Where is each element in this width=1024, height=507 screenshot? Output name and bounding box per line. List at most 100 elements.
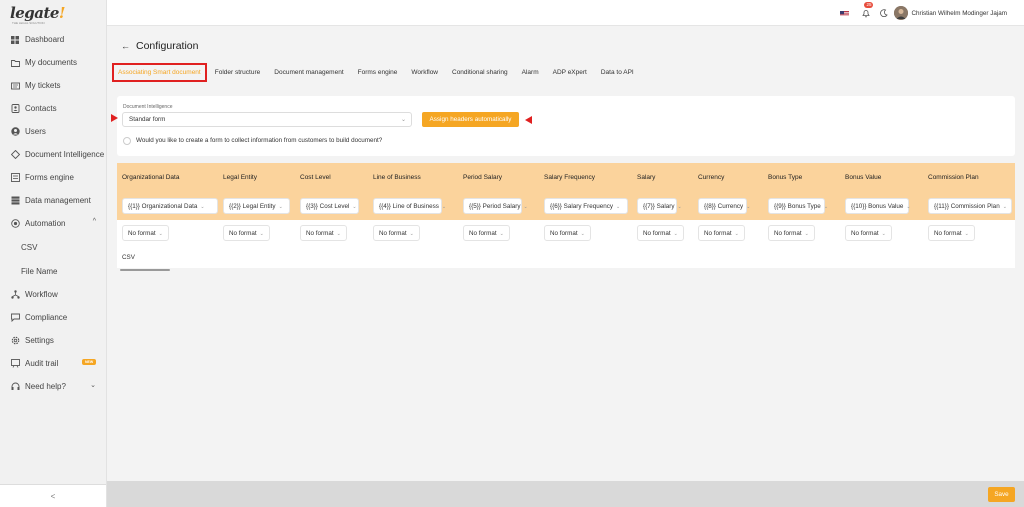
- sidebar-item-label: Users: [25, 127, 46, 136]
- header-mapping-select[interactable]: {{10}} Bonus Value ⌄: [845, 198, 911, 214]
- header-mapping-value: {{8}} Currency: [704, 203, 744, 210]
- audit-icon: [10, 359, 20, 369]
- format-select[interactable]: No format ⌄: [463, 225, 510, 241]
- format-value: No format: [306, 230, 334, 237]
- footer-bar: Save: [107, 481, 1024, 507]
- header-mapping-select[interactable]: {{6}} Salary Frequency ⌄: [544, 198, 628, 214]
- sidebar-item-audit-trail[interactable]: Audit trail NEW: [0, 352, 106, 375]
- save-button[interactable]: Save: [988, 487, 1015, 502]
- header-mapping-select[interactable]: {{11}} Commission Plan ⌄: [928, 198, 1012, 214]
- back-arrow-icon[interactable]: ←: [121, 41, 130, 51]
- header-mapping-select[interactable]: {{8}} Currency ⌄: [698, 198, 750, 214]
- avatar[interactable]: [894, 6, 909, 20]
- document-intelligence-select[interactable]: Standar form ⌄: [122, 112, 412, 127]
- format-select[interactable]: No format ⌄: [845, 225, 892, 241]
- header-mapping-select[interactable]: {{4}} Line of Business ⌄: [373, 198, 446, 214]
- format-select[interactable]: No format ⌄: [223, 225, 270, 241]
- sidebar-item-data-management[interactable]: Data management: [0, 189, 106, 212]
- sidebar-item-dashboard[interactable]: Dashboard: [0, 28, 106, 51]
- header-mapping-select[interactable]: {{9}} Bonus Type ⌄: [768, 198, 828, 214]
- tab-data-to-api[interactable]: Data to API: [601, 69, 634, 76]
- column-header: Period Salary: [463, 174, 503, 181]
- format-select[interactable]: No format ⌄: [928, 225, 975, 241]
- sidebar-item-label: Dashboard: [25, 35, 65, 44]
- column-header: Legal Entity: [223, 174, 257, 181]
- header-mapping-select[interactable]: {{1}} Organizational Data ⌄: [122, 198, 218, 214]
- theme-toggle-icon[interactable]: [878, 7, 890, 19]
- chevron-down-icon: ⌄: [881, 231, 886, 237]
- sidebar-item-label: My tickets: [25, 81, 61, 90]
- sidebar-item-my-tickets[interactable]: My tickets: [0, 74, 106, 97]
- header-mapping-select[interactable]: {{2}} Legal Entity ⌄: [223, 198, 290, 214]
- tab-workflow[interactable]: Workflow: [411, 69, 438, 76]
- tab-document-management[interactable]: Document management: [274, 69, 343, 76]
- notification-count-badge: 25: [864, 2, 874, 8]
- header-mapping-table: Organizational Data {{1}} Organizational …: [117, 163, 1015, 268]
- sidebar-item-forms-engine[interactable]: Forms engine: [0, 166, 106, 189]
- chevron-down-icon: ⌄: [200, 204, 205, 210]
- user-name[interactable]: Christian Wilhelm Modinger Jajam: [911, 10, 1007, 17]
- chevron-down-icon: ⌄: [523, 204, 528, 210]
- gear-icon: [10, 336, 20, 346]
- horizontal-scrollbar[interactable]: [117, 269, 1015, 272]
- sidebar: legate! THE LEGAL SOLUTION Dashboard My …: [0, 0, 107, 507]
- header-mapping-select[interactable]: {{5}} Period Salary ⌄: [463, 198, 528, 214]
- sidebar-item-document-intelligence[interactable]: Document Intelligence: [0, 143, 106, 166]
- header-mapping-select[interactable]: {{7}} Salary ⌄: [637, 198, 682, 214]
- chevron-down-icon: ⌄: [1002, 204, 1007, 210]
- sidebar-item-contacts[interactable]: Contacts: [0, 97, 106, 120]
- header-mapping-value: {{11}} Commission Plan: [934, 203, 1000, 210]
- table-row: [117, 248, 1015, 268]
- us-flag-icon[interactable]: [840, 10, 850, 16]
- sidebar-item-workflow[interactable]: Workflow: [0, 283, 106, 306]
- tab-associating-smart-document[interactable]: Associating Smart document: [112, 62, 207, 82]
- notification-bell-icon[interactable]: 25: [860, 2, 874, 20]
- header-mapping-value: {{10}} Bonus Value: [851, 203, 904, 210]
- sidebar-item-file-name[interactable]: File Name: [0, 259, 106, 283]
- header-mapping-select[interactable]: {{3}} Cost Level ⌄: [300, 198, 359, 214]
- sidebar-collapse-button[interactable]: <: [0, 484, 106, 507]
- chevron-down-icon[interactable]: ⌄: [90, 381, 96, 389]
- chevron-up-icon[interactable]: ^: [93, 218, 96, 225]
- tab-alarm[interactable]: Alarm: [522, 69, 539, 76]
- chevron-down-icon: ⌄: [336, 231, 341, 237]
- sidebar-item-compliance[interactable]: Compliance: [0, 306, 106, 329]
- automation-icon: [10, 219, 20, 229]
- format-select[interactable]: No format ⌄: [698, 225, 745, 241]
- sidebar-item-label: Workflow: [25, 290, 58, 299]
- chevron-down-icon: ⌄: [580, 231, 585, 237]
- format-select[interactable]: No format ⌄: [300, 225, 347, 241]
- column-header: Cost Level: [300, 174, 331, 181]
- tab-adp-expert[interactable]: ADP eXpert: [553, 69, 587, 76]
- sidebar-item-csv[interactable]: CSV: [0, 235, 106, 259]
- chevron-down-icon: ⌄: [616, 204, 621, 210]
- tab-forms-engine[interactable]: Forms engine: [358, 69, 398, 76]
- scroll-thumb[interactable]: [120, 269, 170, 271]
- config-tabs: Associating Smart document Folder struct…: [112, 62, 648, 82]
- sidebar-item-automation[interactable]: Automation ^: [0, 212, 106, 235]
- format-select[interactable]: No format ⌄: [122, 225, 169, 241]
- header-mapping-value: {{5}} Period Salary: [469, 203, 521, 210]
- tab-folder-structure[interactable]: Folder structure: [215, 69, 261, 76]
- format-select[interactable]: No format ⌄: [637, 225, 684, 241]
- format-value: No format: [704, 230, 732, 237]
- user-icon: [10, 127, 20, 137]
- workflow-icon: [10, 290, 20, 300]
- sidebar-item-users[interactable]: Users: [0, 120, 106, 143]
- format-select[interactable]: No format ⌄: [373, 225, 420, 241]
- sidebar-item-my-documents[interactable]: My documents: [0, 51, 106, 74]
- create-form-checkbox[interactable]: [123, 137, 131, 145]
- sidebar-item-label: Compliance: [25, 313, 68, 322]
- format-value: No format: [469, 230, 497, 237]
- sidebar-item-need-help[interactable]: Need help? ⌄: [0, 375, 106, 398]
- assign-headers-button[interactable]: Assign headers automatically: [422, 112, 519, 127]
- folder-icon: [10, 58, 20, 68]
- database-icon: [10, 196, 20, 206]
- tab-conditional-sharing[interactable]: Conditional sharing: [452, 69, 508, 76]
- header-mapping-value: {{9}} Bonus Type: [774, 203, 821, 210]
- format-select[interactable]: No format ⌄: [544, 225, 591, 241]
- app-logo[interactable]: legate! THE LEGAL SOLUTION: [10, 4, 70, 26]
- sidebar-item-settings[interactable]: Settings: [0, 329, 106, 352]
- chevron-down-icon: ⌄: [734, 231, 739, 237]
- format-select[interactable]: No format ⌄: [768, 225, 815, 241]
